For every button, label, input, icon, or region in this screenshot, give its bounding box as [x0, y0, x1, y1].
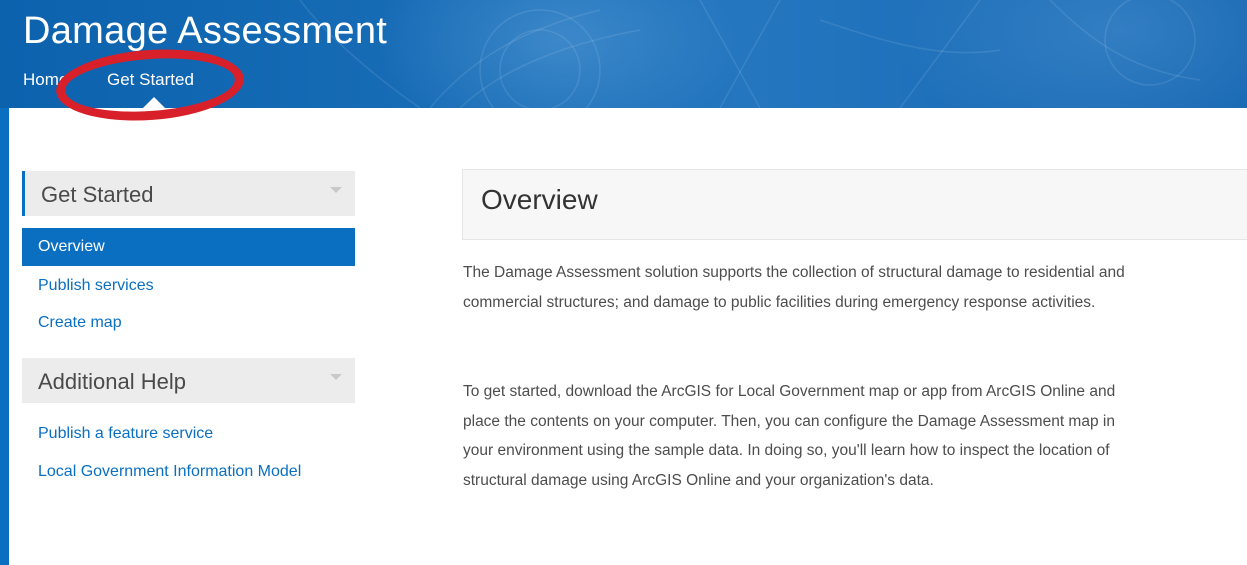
overview-paragraph-2: To get started, download the ArcGIS for … [463, 383, 1116, 489]
section-heading: Overview [481, 184, 598, 215]
overview-paragraph-1: The Damage Assessment solution supports … [463, 264, 1125, 311]
sidebar-section-get-started[interactable]: Get Started [22, 171, 355, 216]
sidebar-item-publish-services[interactable]: Publish services [22, 267, 355, 305]
sidebar-item-publish-feature-service[interactable]: Publish a feature service [22, 415, 355, 453]
chevron-down-icon[interactable] [330, 187, 342, 193]
page-title: Damage Assessment [23, 10, 388, 52]
sidebar-item-overview[interactable]: Overview [22, 228, 355, 266]
sidebar-section-additional-help[interactable]: Additional Help [22, 358, 355, 403]
sidebar-section-title: Get Started [41, 182, 154, 207]
sidebar-item-create-map[interactable]: Create map [22, 304, 355, 342]
sidebar-item-local-government-information-model[interactable]: Local Government Information Model [22, 453, 355, 491]
chevron-down-icon[interactable] [330, 374, 342, 380]
section-heading-box: Overview [462, 169, 1247, 240]
sidebar-section-title: Additional Help [38, 369, 186, 394]
